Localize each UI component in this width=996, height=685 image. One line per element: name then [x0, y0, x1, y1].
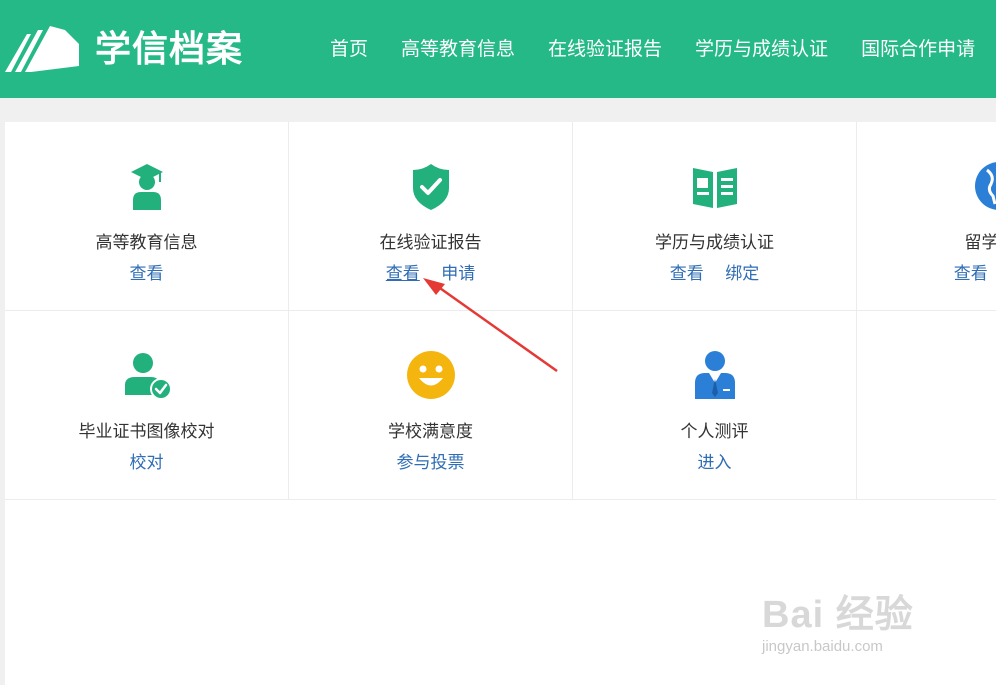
top-header: 学信档案 首页 高等教育信息 在线验证报告 学历与成绩认证 国际合作申请: [0, 0, 996, 98]
book-logo-icon: [5, 26, 79, 72]
nav-home[interactable]: 首页: [330, 34, 368, 64]
services-panel: 高等教育信息 查看 在线验证报告 查看 申请 学历与成绩认证 查看 绑定 留学 …: [5, 122, 996, 685]
main-nav: 首页 高等教育信息 在线验证报告 学历与成绩认证 国际合作申请: [330, 34, 996, 64]
nav-degree-certification[interactable]: 学历与成绩认证: [695, 34, 828, 64]
nav-higher-education[interactable]: 高等教育信息: [401, 34, 515, 64]
baidu-watermark: Bai 经验 jingyan.baidu.com: [762, 583, 914, 655]
nav-international-cooperation[interactable]: 国际合作申请: [861, 34, 975, 64]
site-logo-text[interactable]: 学信档案: [95, 28, 243, 72]
nav-online-verification[interactable]: 在线验证报告: [548, 34, 662, 64]
watermark-brand: Bai 经验: [762, 594, 914, 636]
watermark-domain: jingyan.baidu.com: [762, 638, 883, 655]
